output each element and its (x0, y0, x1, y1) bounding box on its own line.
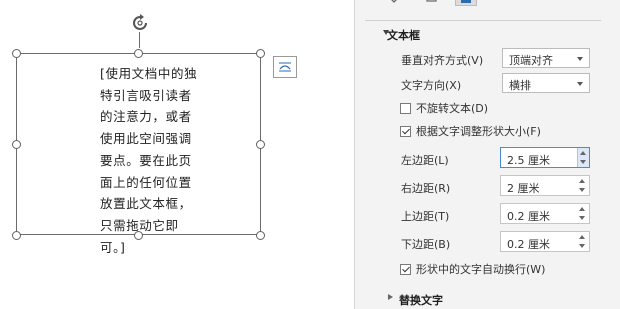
margin-top-spinner[interactable]: 0.2 厘米 (500, 203, 590, 224)
spin-down-icon[interactable] (579, 188, 585, 192)
vertical-align-select[interactable]: 顶端对齐 (502, 48, 590, 68)
resize-handle-left[interactable] (12, 140, 21, 149)
no-rotate-option[interactable]: 不旋转文本(D) (400, 100, 488, 116)
margin-right-label: 右边距(R) (401, 182, 451, 195)
layout-options-icon[interactable] (273, 56, 297, 78)
spin-down-icon[interactable] (579, 244, 585, 248)
vertical-align-label: 垂直对齐方式(V) (401, 54, 484, 67)
margin-top-label: 上边距(T) (401, 210, 450, 223)
resize-handle-top[interactable] (134, 49, 143, 58)
margin-right-value: 2 厘米 (507, 182, 540, 195)
resize-handle-right[interactable] (256, 140, 265, 149)
expand-icon[interactable] (388, 294, 393, 300)
resize-handle-top-right[interactable] (256, 49, 265, 58)
textbox-content[interactable]: [使用文档中的独特引言吸引读者的注意力，或者使用此空间强调要点。要在此页面上的任… (100, 63, 200, 258)
rotate-connector (139, 32, 140, 48)
no-rotate-label: 不旋转文本(D) (416, 102, 489, 115)
text-direction-select[interactable]: 横排 (502, 73, 590, 93)
format-shape-pane: 文本框 垂直对齐方式(V) 顶端对齐 文字方向(X) 横排 不旋转文本(D) 根… (354, 0, 620, 309)
margin-left-value: 2.5 厘米 (507, 154, 550, 167)
fill-line-icon[interactable] (385, 0, 403, 6)
resize-handle-top-left[interactable] (12, 49, 21, 58)
spin-up-icon[interactable] (579, 179, 585, 183)
section-textbox-header[interactable]: 文本框 (387, 27, 420, 43)
margin-bottom-value: 0.2 厘米 (507, 238, 550, 251)
resize-handle-bottom-right[interactable] (256, 231, 265, 240)
vertical-align-value: 顶端对齐 (509, 54, 553, 67)
margin-bottom-label: 下边距(B) (401, 238, 451, 251)
margin-left-label: 左边距(L) (401, 154, 449, 167)
spinner-buttons[interactable] (577, 148, 589, 167)
text-direction-label: 文字方向(X) (401, 79, 462, 92)
margin-left-spinner[interactable]: 2.5 厘米 (500, 147, 590, 168)
spin-down-icon[interactable] (580, 160, 586, 164)
wrap-text-checkbox[interactable] (400, 264, 411, 275)
effects-icon[interactable] (423, 0, 441, 6)
wrap-text-option[interactable]: 形状中的文字自动换行(W) (400, 261, 545, 277)
rotate-icon[interactable] (131, 14, 149, 32)
spinner-buttons[interactable] (577, 232, 589, 251)
autofit-label: 根据文字调整形状大小(F) (416, 125, 541, 138)
autofit-checkbox[interactable] (400, 126, 411, 137)
spinner-buttons[interactable] (577, 176, 589, 195)
chevron-down-icon (577, 57, 583, 61)
margin-top-value: 0.2 厘米 (507, 210, 550, 223)
wrap-text-label: 形状中的文字自动换行(W) (416, 263, 546, 276)
tab-divider (365, 20, 601, 21)
spin-up-icon[interactable] (579, 235, 585, 239)
section-alt-text-header[interactable]: 替换文字 (399, 292, 443, 308)
layout-properties-icon[interactable] (455, 0, 477, 6)
no-rotate-checkbox[interactable] (400, 103, 411, 114)
chevron-down-icon (577, 82, 583, 86)
margin-bottom-spinner[interactable]: 0.2 厘米 (500, 231, 590, 252)
spin-down-icon[interactable] (579, 216, 585, 220)
margin-right-spinner[interactable]: 2 厘米 (500, 175, 590, 196)
spin-up-icon[interactable] (580, 151, 586, 155)
spinner-buttons[interactable] (577, 204, 589, 223)
autofit-option[interactable]: 根据文字调整形状大小(F) (400, 123, 541, 139)
text-direction-value: 横排 (509, 79, 531, 92)
document-canvas: [使用文档中的独特引言吸引读者的注意力，或者使用此空间强调要点。要在此页面上的任… (0, 0, 354, 309)
resize-handle-bottom-left[interactable] (12, 231, 21, 240)
spin-up-icon[interactable] (579, 207, 585, 211)
